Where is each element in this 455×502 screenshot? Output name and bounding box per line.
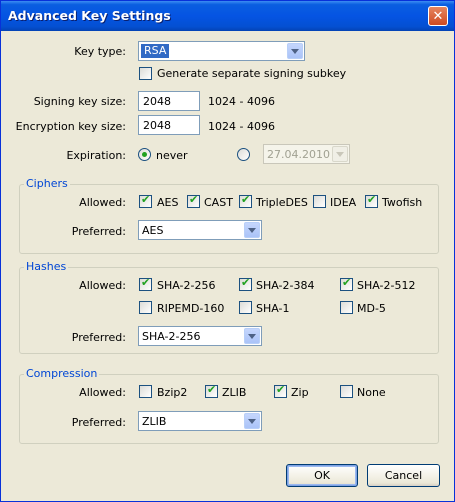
hash-ripemd-checkbox[interactable] (139, 301, 152, 314)
expiration-never-label: never (156, 149, 188, 162)
signing-size-label: Signing key size: (33, 95, 126, 108)
hash-sha1-checkbox[interactable] (239, 301, 252, 314)
hashes-group-title: Hashes (24, 260, 69, 273)
hashes-preferred-select[interactable]: SHA-2-256 (138, 326, 262, 346)
key-type-label: Key type: (74, 45, 126, 58)
cipher-tripledes-label: TripleDES (256, 196, 308, 209)
ciphers-preferred-label: Preferred: (71, 225, 126, 238)
hash-sha512-label: SHA-2-512 (357, 279, 416, 292)
key-type-value: RSA (141, 44, 170, 58)
expiration-date-picker[interactable]: 27.04.2010 (263, 144, 350, 164)
hashes-preferred-value: SHA-2-256 (142, 330, 201, 343)
hashes-preferred-label: Preferred: (71, 331, 126, 344)
expiration-date-value: 27.04.2010 (267, 148, 330, 161)
hash-ripemd-label: RIPEMD-160 (157, 302, 225, 315)
compression-bzip2-checkbox[interactable] (139, 385, 152, 398)
compression-allowed-label: Allowed: (79, 386, 126, 399)
ok-button-label: OK (314, 469, 330, 482)
cipher-tripledes-checkbox[interactable] (239, 193, 252, 208)
compression-group (19, 374, 439, 444)
expiration-label: Expiration: (66, 149, 126, 162)
subkey-label: Generate separate signing subkey (157, 67, 347, 80)
encryption-size-range: 1024 - 4096 (208, 120, 275, 133)
ciphers-preferred-value: AES (142, 224, 164, 237)
hash-md5-checkbox[interactable] (340, 301, 353, 314)
hash-sha256-label: SHA-2-256 (157, 279, 216, 292)
title-bar[interactable]: Advanced Key Settings ✕ (1, 1, 454, 31)
compression-preferred-value: ZLIB (142, 415, 167, 428)
hashes-allowed-label: Allowed: (79, 279, 126, 292)
close-icon: ✕ (432, 9, 444, 24)
cipher-idea-checkbox[interactable] (313, 195, 326, 208)
subkey-checkbox[interactable] (139, 67, 152, 80)
hash-sha1-label: SHA-1 (256, 302, 290, 315)
compression-zip-label: Zip (291, 386, 309, 399)
cipher-aes-label: AES (157, 196, 179, 209)
encryption-size-value: 2048 (143, 119, 171, 132)
ciphers-allowed-label: Allowed: (79, 196, 126, 209)
expiration-date-radio[interactable] (237, 148, 250, 161)
cipher-twofish-checkbox[interactable] (365, 193, 378, 208)
compression-preferred-select[interactable]: ZLIB (138, 411, 262, 431)
ciphers-preferred-select[interactable]: AES (138, 220, 262, 240)
encryption-size-label: Encryption key size: (15, 120, 126, 133)
hash-md5-label: MD-5 (357, 302, 386, 315)
close-button[interactable]: ✕ (428, 6, 448, 26)
chevron-down-icon[interactable] (244, 413, 260, 429)
cipher-twofish-label: Twofish (382, 196, 423, 209)
compression-bzip2-label: Bzip2 (157, 386, 188, 399)
compression-zip-checkbox[interactable] (274, 383, 287, 398)
cancel-button[interactable]: Cancel (367, 464, 440, 487)
expiration-never-radio[interactable] (138, 148, 151, 161)
compression-none-label: None (357, 386, 386, 399)
dialog-window: Advanced Key Settings ✕ Key type: RSA Ge… (0, 0, 455, 502)
chevron-down-icon[interactable] (244, 222, 260, 238)
compression-preferred-label: Preferred: (71, 416, 126, 429)
compression-group-title: Compression (24, 367, 100, 380)
dialog-body: Key type: RSA Generate separate signing … (4, 31, 451, 498)
hash-sha384-label: SHA-2-384 (256, 279, 315, 292)
compression-zlib-checkbox[interactable] (205, 383, 218, 398)
key-type-select[interactable]: RSA (138, 41, 305, 61)
chevron-down-icon[interactable] (287, 43, 303, 59)
signing-size-input[interactable]: 2048 (138, 91, 200, 111)
ciphers-group-title: Ciphers (24, 177, 70, 190)
ok-button[interactable]: OK (286, 464, 358, 487)
cipher-aes-checkbox[interactable] (139, 193, 152, 208)
hash-sha384-checkbox[interactable] (239, 276, 252, 291)
cancel-button-label: Cancel (384, 469, 423, 482)
hash-sha256-checkbox[interactable] (139, 276, 152, 291)
chevron-down-icon[interactable] (332, 146, 348, 162)
chevron-down-icon[interactable] (244, 328, 260, 344)
cipher-cast-label: CAST (204, 196, 233, 209)
compression-zlib-label: ZLIB (222, 386, 247, 399)
hash-sha512-checkbox[interactable] (340, 276, 353, 291)
cipher-cast-checkbox[interactable] (187, 193, 200, 208)
compression-none-checkbox[interactable] (340, 385, 353, 398)
encryption-size-input[interactable]: 2048 (138, 115, 200, 135)
window-title: Advanced Key Settings (8, 8, 171, 23)
cipher-idea-label: IDEA (330, 196, 357, 209)
signing-size-range: 1024 - 4096 (208, 95, 275, 108)
signing-size-value: 2048 (143, 95, 171, 108)
